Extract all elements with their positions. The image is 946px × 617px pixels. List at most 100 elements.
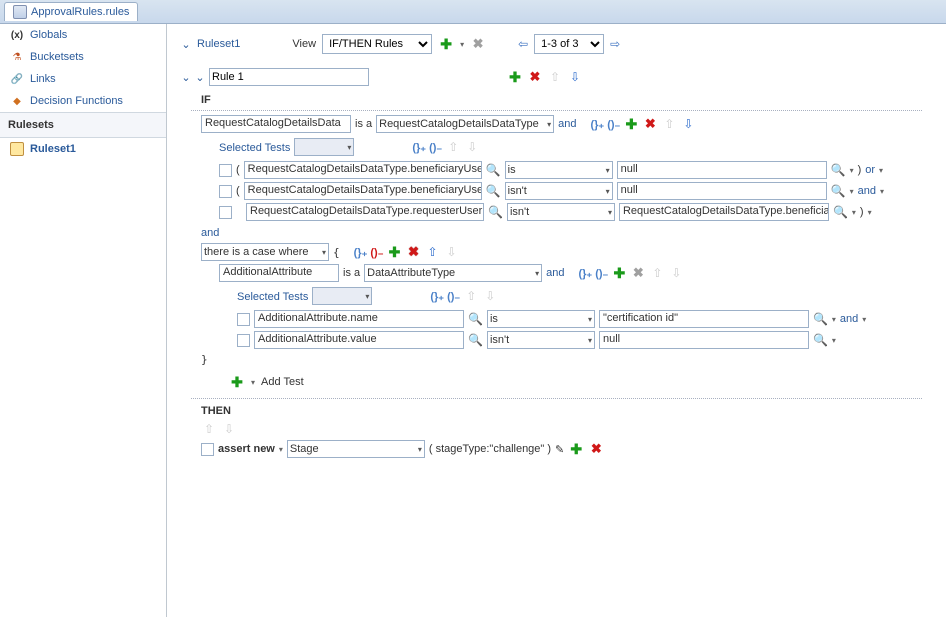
delete-rule-button[interactable]: ✖ [470, 36, 486, 52]
add-test-menu-icon[interactable]: ▾ [251, 378, 255, 387]
condition-up-button[interactable]: ⇧ [649, 265, 665, 281]
add-pattern-button[interactable]: ✚ [387, 244, 403, 260]
tests-down-button[interactable]: ⇩ [464, 139, 480, 155]
ptest-rhs-field[interactable]: "certification id" [599, 310, 809, 328]
add-brace-left-icon[interactable]: (}₊ [590, 118, 604, 131]
file-tab[interactable]: ApprovalRules.rules [4, 2, 138, 21]
add-rule-button[interactable]: ✚ [438, 36, 454, 52]
bracket-remove-icon[interactable]: ()₋ [429, 141, 442, 154]
rhs-menu-icon[interactable]: ▾ [832, 336, 836, 345]
action-verb[interactable]: assert new [218, 443, 275, 455]
test-checkbox[interactable] [219, 185, 232, 198]
rule-add-button[interactable]: ✚ [507, 69, 523, 85]
rule-collapse-icon[interactable]: ⌄ [181, 71, 191, 84]
delete-condition-button[interactable]: ✖ [642, 116, 658, 132]
conjunction-menu-icon[interactable]: ▾ [862, 315, 866, 324]
pattern-prefix-select[interactable]: there is a case where▾ [201, 243, 329, 261]
test-rhs-field[interactable]: null [617, 182, 827, 200]
bracket-add-icon[interactable]: (}₊ [412, 141, 426, 154]
action-target-select[interactable]: Stage▾ [287, 440, 425, 458]
delete-condition-button[interactable]: ✖ [630, 265, 646, 281]
tests-up-button[interactable]: ⇧ [445, 139, 461, 155]
ptest-lhs-field[interactable]: AdditionalAttribute.value [254, 331, 464, 349]
conjunction-menu-icon[interactable]: ▾ [879, 166, 883, 175]
magnifier-icon[interactable]: 🔍 [831, 184, 846, 198]
magnifier-icon[interactable]: 🔍 [813, 333, 828, 347]
magnifier-icon[interactable]: 🔍 [468, 312, 483, 326]
test-lhs-field[interactable]: RequestCatalogDetailsDataType.requesterU… [246, 203, 484, 221]
rhs-menu-icon[interactable]: ▾ [852, 208, 856, 217]
action-checkbox[interactable] [201, 443, 214, 456]
ptest-op-select[interactable]: is▾ [487, 310, 595, 328]
sidebar-item-globals[interactable]: (x) Globals [0, 24, 166, 46]
pager-next-button[interactable]: ⇨ [610, 37, 620, 51]
conjunction-label[interactable]: and [858, 185, 876, 197]
magnifier-icon[interactable]: 🔍 [831, 163, 846, 177]
pattern-up-button[interactable]: ⇧ [425, 244, 441, 260]
delete-pattern-button[interactable]: ✖ [406, 244, 422, 260]
add-condition-button[interactable]: ✚ [623, 116, 639, 132]
isa-left-field[interactable]: RequestCatalogDetailsData [201, 115, 351, 133]
sidebar-item-bucketsets[interactable]: ⚗ Bucketsets [0, 46, 166, 68]
bracket-add-icon[interactable]: (}₊ [430, 290, 444, 303]
add-brace-right-icon[interactable]: ()₋ [607, 118, 620, 131]
ptest-lhs-field[interactable]: AdditionalAttribute.name [254, 310, 464, 328]
pager-select[interactable]: 1-3 of 3 [534, 34, 604, 54]
delete-action-button[interactable]: ✖ [588, 441, 604, 457]
edit-params-icon[interactable]: ✎ [555, 443, 564, 456]
rule-move-up-button[interactable]: ⇧ [547, 69, 563, 85]
ptest-op-select[interactable]: isn't▾ [487, 331, 595, 349]
conjunction-menu-icon[interactable]: ▾ [868, 208, 872, 217]
test-checkbox[interactable] [219, 206, 232, 219]
pager-prev-button[interactable]: ⇦ [518, 37, 528, 51]
pattern-isa-left[interactable]: AdditionalAttribute [219, 264, 339, 282]
selected-tests-select[interactable]: ▾ [312, 287, 372, 305]
pattern-down-button[interactable]: ⇩ [444, 244, 460, 260]
test-checkbox[interactable] [237, 313, 250, 326]
rule-expand-icon[interactable]: ⌄ [195, 71, 205, 84]
condition-up-button[interactable]: ⇧ [661, 116, 677, 132]
sidebar-item-decision-functions[interactable]: ◆ Decision Functions [0, 90, 166, 112]
action-down-button[interactable]: ⇩ [221, 421, 237, 437]
bracket-remove-icon[interactable]: ()₋ [595, 267, 608, 280]
magnifier-icon[interactable]: 🔍 [488, 205, 503, 219]
bracket-add-icon[interactable]: (}₊ [578, 267, 592, 280]
magnifier-icon[interactable]: 🔍 [813, 312, 828, 326]
ptest-rhs-field[interactable]: null [599, 331, 809, 349]
test-lhs-field[interactable]: RequestCatalogDetailsDataType.beneficiar… [244, 161, 482, 179]
conjunction-label[interactable]: or [865, 164, 875, 176]
test-lhs-field[interactable]: RequestCatalogDetailsDataType.beneficiar… [244, 182, 482, 200]
condition-down-button[interactable]: ⇩ [668, 265, 684, 281]
bracket-add-icon[interactable]: (}₊ [354, 246, 368, 259]
rhs-menu-icon[interactable]: ▾ [832, 315, 836, 324]
condition-down-button[interactable]: ⇩ [680, 116, 696, 132]
magnifier-icon[interactable]: 🔍 [486, 184, 501, 198]
rule-name-input[interactable] [209, 68, 369, 86]
test-rhs-field[interactable]: null [617, 161, 827, 179]
add-action-button[interactable]: ✚ [568, 441, 584, 457]
test-checkbox[interactable] [237, 334, 250, 347]
add-test-button[interactable]: ✚ [229, 374, 245, 390]
pattern-isa-right-select[interactable]: DataAttributeType▾ [364, 264, 542, 282]
rhs-menu-icon[interactable]: ▾ [850, 166, 854, 175]
conjunction-menu-icon[interactable]: ▾ [880, 187, 884, 196]
rule-move-down-button[interactable]: ⇩ [567, 69, 583, 85]
test-op-select[interactable]: is▾ [505, 161, 613, 179]
conjunction-label[interactable]: and [840, 313, 858, 325]
add-condition-button[interactable]: ✚ [611, 265, 627, 281]
tests-up-button[interactable]: ⇧ [463, 288, 479, 304]
magnifier-icon[interactable]: 🔍 [486, 163, 501, 177]
test-checkbox[interactable] [219, 164, 232, 177]
sidebar-item-ruleset1[interactable]: Ruleset1 [0, 138, 166, 160]
expand-toggle-icon[interactable]: ⌄ [181, 38, 191, 51]
rhs-menu-icon[interactable]: ▾ [850, 187, 854, 196]
selected-tests-select[interactable]: ▾ [294, 138, 354, 156]
view-select[interactable]: IF/THEN Rules [322, 34, 432, 54]
add-rule-menu-icon[interactable]: ▾ [460, 40, 464, 49]
bracket-remove-icon[interactable]: ()₋ [370, 246, 383, 259]
isa-right-select[interactable]: RequestCatalogDetailsDataType▾ [376, 115, 554, 133]
test-op-select[interactable]: isn't▾ [507, 203, 615, 221]
tests-down-button[interactable]: ⇩ [482, 288, 498, 304]
bracket-remove-icon[interactable]: ()₋ [447, 290, 460, 303]
test-rhs-field[interactable]: RequestCatalogDetailsDataType.beneficiar… [619, 203, 829, 221]
